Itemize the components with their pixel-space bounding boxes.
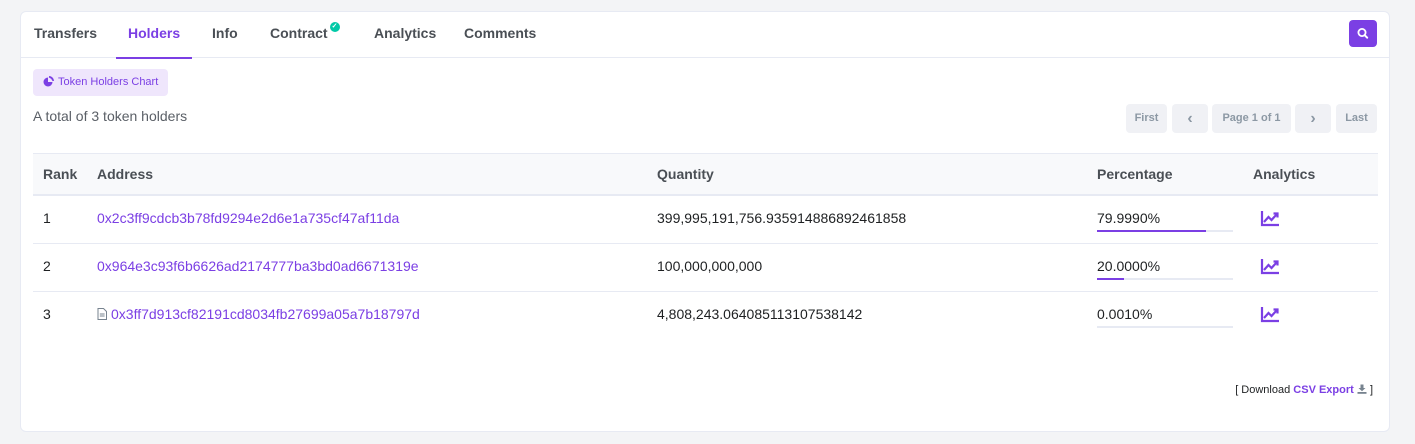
tab-analytics[interactable]: Analytics [362,12,448,58]
chart-button-label: Token Holders Chart [58,76,159,88]
holders-total-text: A total of 3 token holders [33,108,188,124]
table-row: 3 0x3ff7d913cf82191cd8034fb27699a05a7b18… [33,292,1378,340]
tab-comments[interactable]: Comments [452,12,548,58]
table-header: Rank Address Quantity Percentage Analyti… [33,153,1378,196]
table-row: 2 0x964e3c93f6b6626ad2174777ba3bd0ad6671… [33,244,1378,292]
holder-address-text: 0x3ff7d913cf82191cd8034fb27699a05a7b1879… [111,306,420,322]
search-button[interactable] [1349,20,1377,47]
percentage-bar-fill [1097,230,1206,232]
rank-cell: 2 [43,258,51,274]
quantity-header: Quantity [657,166,714,182]
quantity-cell: 399,995,191,756.935914886892461858 [657,210,907,226]
contract-file-icon [97,308,107,320]
next-page-button[interactable]: › [1295,104,1331,133]
page-indicator: Page 1 of 1 [1212,104,1291,133]
token-holders-chart-button[interactable]: Token Holders Chart [33,69,169,96]
analytics-chart-icon[interactable] [1260,210,1280,227]
rank-cell: 3 [43,306,51,322]
percentage-cell: 0.0010% [1097,306,1153,322]
first-page-button[interactable]: First [1126,104,1167,133]
quantity-cell: 4,808,243.064085113107538142 [657,306,863,322]
percentage-header: Percentage [1097,166,1173,182]
analytics-chart-icon[interactable] [1260,258,1280,275]
tab-info[interactable]: Info [200,12,250,58]
address-header: Address [97,166,154,182]
percentage-bar-fill [1097,278,1125,280]
percentage-bar [1097,326,1233,328]
tab-transfers[interactable]: Transfers [22,12,109,58]
analytics-chart-icon[interactable] [1260,306,1280,323]
download-icon[interactable] [1357,384,1367,394]
tab-contract[interactable]: Contract ✓ [258,12,352,58]
token-holders-card: Transfers Holders Info Contract ✓ Analyti… [20,11,1390,432]
csv-download-footer: [ Download CSV Export ] [1235,384,1373,396]
analytics-header: Analytics [1253,166,1316,182]
tab-bar: Transfers Holders Info Contract ✓ Analyti… [21,12,1389,59]
pagination: First ‹ Page 1 of 1 › Last [1126,104,1377,133]
tab-contract-label: Contract [270,25,328,41]
pie-chart-icon [43,76,54,87]
table-row: 1 0x2c3ff9cdcb3b78fd9294e2d6e1a735cf47af… [33,196,1378,244]
percentage-bar [1097,278,1233,280]
last-page-button[interactable]: Last [1336,104,1377,133]
prev-page-button[interactable]: ‹ [1172,104,1208,133]
verified-check-icon: ✓ [329,22,340,32]
rank-cell: 1 [43,210,51,226]
search-icon [1357,27,1369,39]
holder-address-link[interactable]: 0x3ff7d913cf82191cd8034fb27699a05a7b1879… [97,292,420,336]
tab-holders[interactable]: Holders [116,12,193,59]
percentage-bar [1097,230,1233,232]
download-suffix: ] [1369,384,1373,396]
rank-header: Rank [43,166,78,182]
csv-export-link[interactable]: CSV Export [1293,384,1354,396]
holders-table: Rank Address Quantity Percentage Analyti… [33,153,1378,340]
percentage-cell: 79.9990% [1097,210,1161,226]
percentage-cell: 20.0000% [1097,258,1161,274]
quantity-cell: 100,000,000,000 [657,258,763,274]
download-prefix: [ Download [1235,384,1291,396]
holder-address-link[interactable]: 0x964e3c93f6b6626ad2174777ba3bd0ad667131… [97,244,419,288]
holder-address-link[interactable]: 0x2c3ff9cdcb3b78fd9294e2d6e1a735cf47af11… [97,196,399,240]
